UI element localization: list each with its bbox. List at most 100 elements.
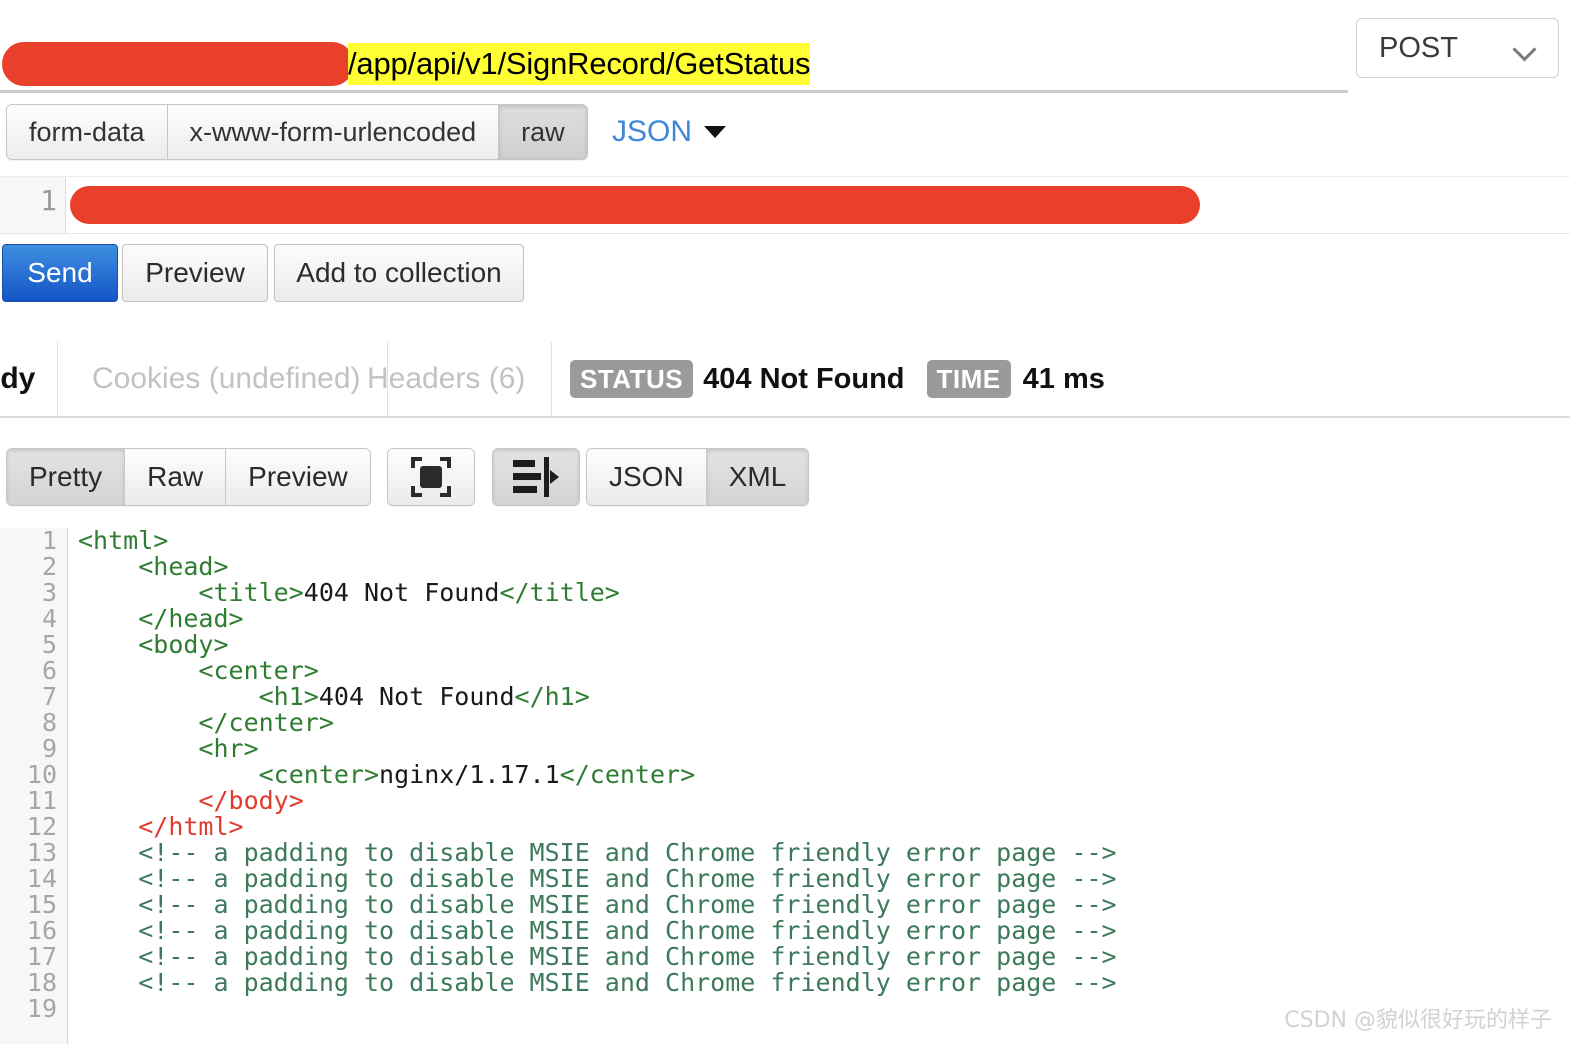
format-json-button[interactable]: JSON bbox=[587, 449, 707, 505]
body-type-row: form-data x-www-form-urlencoded raw JSON bbox=[0, 100, 1570, 164]
url-input[interactable]: /app/api/v1/SignRecord/GetStatus bbox=[0, 18, 1348, 93]
fullscreen-button[interactable] bbox=[388, 449, 474, 505]
watermark: CSDN @貌似很好玩的样子 bbox=[1284, 1008, 1552, 1033]
code-token-cmt: <!-- a padding to disable MSIE and Chrom… bbox=[138, 916, 1117, 945]
code-line-number: 11 bbox=[26, 786, 57, 815]
code-token-tag: </head> bbox=[138, 604, 244, 633]
code-line-number: 1 bbox=[41, 528, 57, 555]
code-token-tag: <head> bbox=[138, 552, 229, 581]
code-token-tag: <center> bbox=[198, 656, 319, 685]
raw-format-dropdown[interactable]: JSON bbox=[612, 104, 727, 160]
request-actions: Send Preview Add to collection bbox=[0, 244, 1570, 306]
code-line-number: 10 bbox=[26, 760, 57, 789]
add-to-collection-button[interactable]: Add to collection bbox=[274, 244, 524, 302]
code-token-err: </body> bbox=[198, 786, 304, 815]
code-line: </center> bbox=[78, 710, 1570, 736]
code-line: <!-- a padding to disable MSIE and Chrom… bbox=[78, 892, 1570, 918]
code-line-number: 5 bbox=[41, 630, 57, 659]
code-line-number: 16 bbox=[26, 916, 57, 945]
code-token-tag: <title> bbox=[198, 578, 304, 607]
tab-cookies[interactable]: Cookies (undefined) bbox=[66, 342, 388, 416]
code-line: <hr> bbox=[78, 736, 1570, 762]
code-token-cmt: <!-- a padding to disable MSIE and Chrom… bbox=[138, 838, 1117, 867]
code-token-cmt: <!-- a padding to disable MSIE and Chrom… bbox=[138, 968, 1117, 997]
code-line-number: 13 bbox=[26, 838, 57, 867]
code-token-cmt: <!-- a padding to disable MSIE and Chrom… bbox=[138, 942, 1117, 971]
code-line: <!-- a padding to disable MSIE and Chrom… bbox=[78, 944, 1570, 970]
view-pretty-button[interactable]: Pretty bbox=[7, 449, 126, 505]
code-token-tag: </center> bbox=[198, 708, 334, 737]
body-type-tabs: form-data x-www-form-urlencoded raw bbox=[6, 104, 588, 160]
response-format-group: JSON XML bbox=[586, 448, 810, 506]
code-line: <body> bbox=[78, 632, 1570, 658]
code-token-tag: <hr> bbox=[198, 734, 259, 763]
code-token-err: </html> bbox=[138, 812, 244, 841]
code-line: <!-- a padding to disable MSIE and Chrom… bbox=[78, 866, 1570, 892]
code-line-number: 14 bbox=[26, 864, 57, 893]
code-token-txt: nginx/1.17.1 bbox=[379, 760, 560, 789]
code-line-number: 3 bbox=[41, 578, 57, 607]
tab-raw[interactable]: raw bbox=[499, 105, 587, 159]
request-body-gutter: 1 bbox=[0, 177, 66, 233]
response-view-mode-group: Pretty Raw Preview bbox=[6, 448, 371, 506]
request-url-row: /app/api/v1/SignRecord/GetStatus POST bbox=[0, 0, 1570, 93]
http-method-value: POST bbox=[1379, 32, 1458, 64]
request-body-line-number: 1 bbox=[40, 184, 57, 217]
code-line-number: 19 bbox=[26, 994, 57, 1023]
response-tab-bar: ody Cookies (undefined) Headers (6) STAT… bbox=[0, 342, 1570, 418]
code-token-tag: <body> bbox=[138, 630, 229, 659]
code-line: <title>404 Not Found</title> bbox=[78, 580, 1570, 606]
request-body-redaction-bar bbox=[70, 186, 1200, 224]
code-token-tag: </h1> bbox=[514, 682, 590, 711]
code-token-tag: </title> bbox=[499, 578, 620, 607]
url-underline bbox=[0, 90, 1348, 93]
code-token-tag: <h1> bbox=[258, 682, 319, 711]
code-token-cmt: <!-- a padding to disable MSIE and Chrom… bbox=[138, 864, 1117, 893]
response-toolbar: Pretty Raw Preview JSON XML bbox=[0, 448, 1570, 510]
code-token-cmt: <!-- a padding to disable MSIE and Chrom… bbox=[138, 890, 1117, 919]
code-line-number: 4 bbox=[41, 604, 57, 633]
time-value: 41 ms bbox=[1022, 362, 1105, 395]
code-line: </body> bbox=[78, 788, 1570, 814]
code-line: <h1>404 Not Found</h1> bbox=[78, 684, 1570, 710]
code-token-txt: 404 Not Found bbox=[318, 682, 515, 711]
code-gutter: 1 2 3 4 5 6 7 8 9 10 11 12 13 14 15 16 17 18 19 bbox=[0, 528, 68, 1044]
status-value: 404 Not Found bbox=[703, 362, 905, 395]
tab-form-data[interactable]: form-data bbox=[7, 105, 168, 159]
code-line: <html> bbox=[78, 528, 1570, 554]
code-line-number: 15 bbox=[26, 890, 57, 919]
http-method-select[interactable]: POST bbox=[1356, 18, 1559, 78]
code-line-number: 18 bbox=[26, 968, 57, 997]
chevron-down-icon bbox=[1516, 41, 1538, 54]
format-xml-button[interactable]: XML bbox=[706, 449, 809, 505]
response-meta: STATUS 404 Not Found TIME 41 ms bbox=[570, 342, 1105, 416]
code-line: <!-- a padding to disable MSIE and Chrom… bbox=[78, 840, 1570, 866]
code-line-number: 9 bbox=[41, 734, 57, 763]
code-line-number: 6 bbox=[41, 656, 57, 685]
view-raw-button[interactable]: Raw bbox=[125, 449, 227, 505]
url-redaction-bar bbox=[2, 42, 354, 86]
tab-headers[interactable]: Headers (6) bbox=[341, 342, 553, 416]
view-preview-button[interactable]: Preview bbox=[226, 449, 370, 505]
code-line: <!-- a padding to disable MSIE and Chrom… bbox=[78, 918, 1570, 944]
caret-down-icon bbox=[704, 126, 727, 138]
code-line: <center> bbox=[78, 658, 1570, 684]
text-wrap-button[interactable] bbox=[493, 449, 579, 505]
tab-body[interactable]: ody bbox=[0, 342, 59, 416]
url-visible-path: /app/api/v1/SignRecord/GetStatus bbox=[348, 43, 811, 85]
preview-button[interactable]: Preview bbox=[122, 244, 268, 302]
send-button[interactable]: Send bbox=[2, 244, 118, 302]
code-line: </head> bbox=[78, 606, 1570, 632]
response-body-viewer[interactable]: 1 2 3 4 5 6 7 8 9 10 11 12 13 14 15 16 17 18 19 <html> <he… bbox=[0, 528, 1570, 1044]
code-token-tag: <center> bbox=[258, 760, 380, 789]
tab-x-www-form-urlencoded[interactable]: x-www-form-urlencoded bbox=[167, 105, 500, 159]
response-tab-divider bbox=[0, 416, 1570, 418]
code-line: </html> bbox=[78, 814, 1570, 840]
code-token-tag: </center> bbox=[559, 760, 696, 789]
request-body-editor[interactable]: 1 bbox=[0, 176, 1570, 234]
wrap-button-group bbox=[492, 448, 580, 506]
code-line: <head> bbox=[78, 554, 1570, 580]
code-line-number: 12 bbox=[26, 812, 57, 841]
api-client-window: /app/api/v1/SignRecord/GetStatus POST fo… bbox=[0, 0, 1570, 1044]
code-line-number: 8 bbox=[41, 708, 57, 737]
